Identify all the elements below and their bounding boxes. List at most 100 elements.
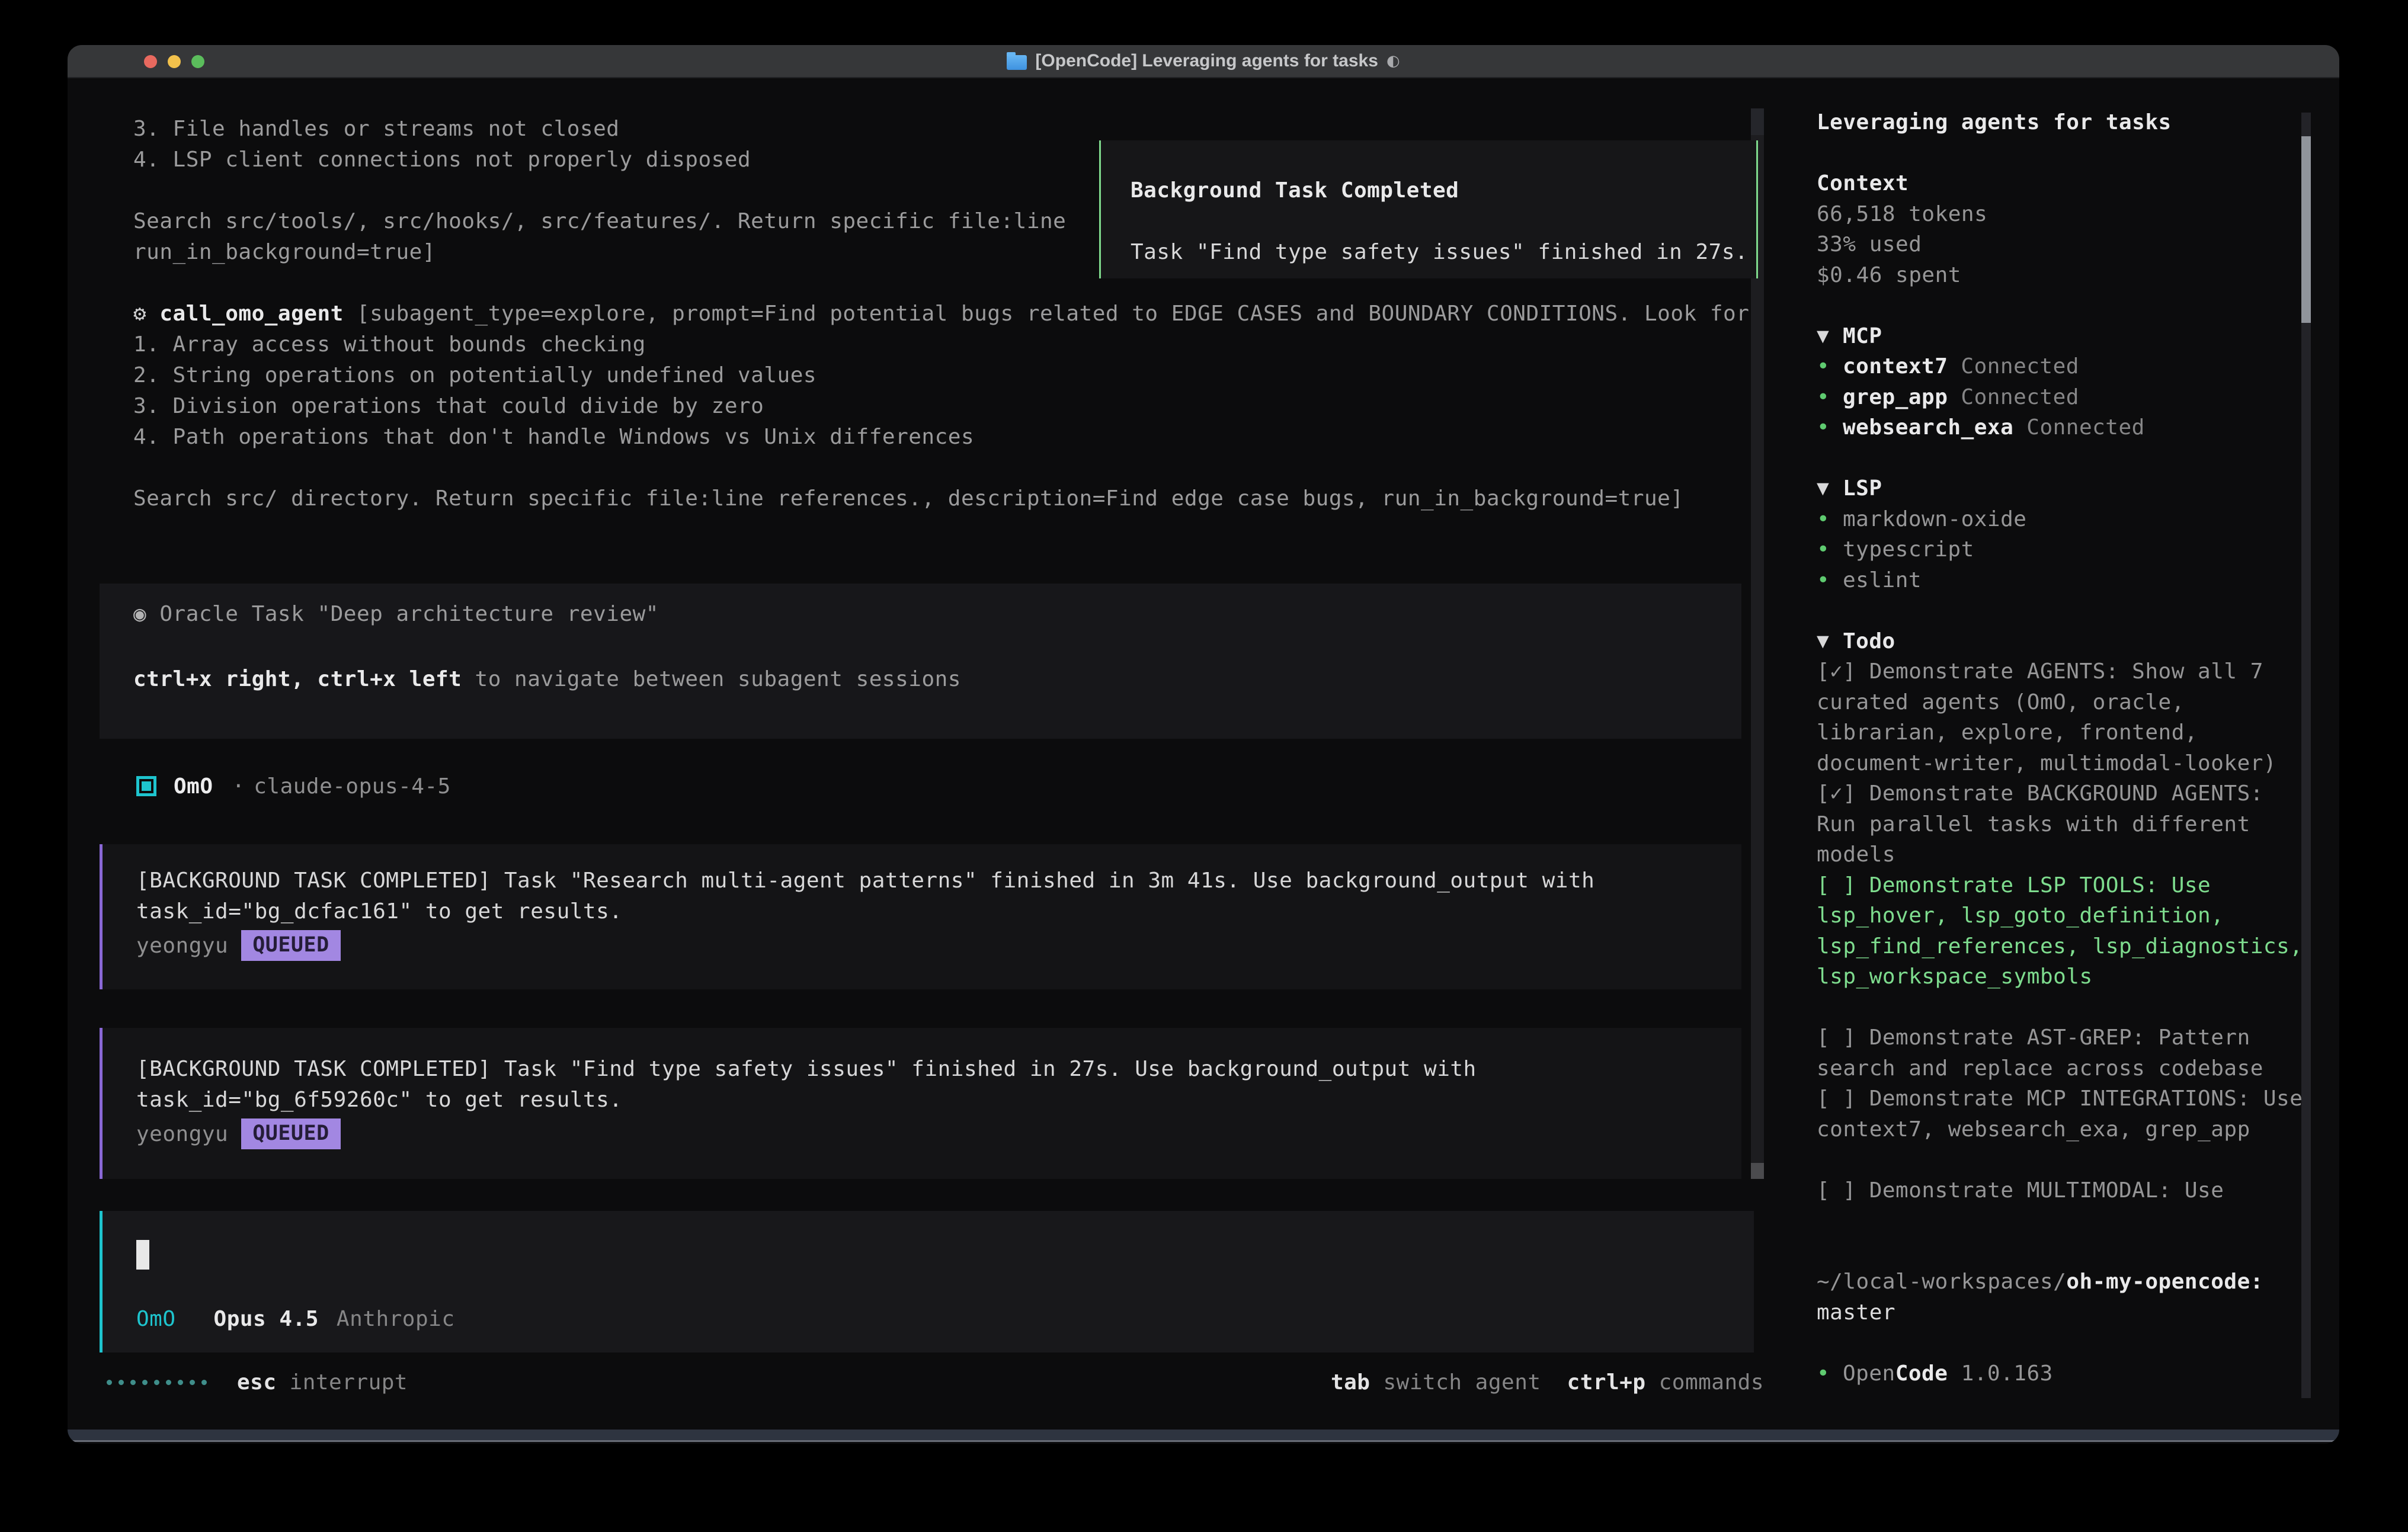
bullet-icon: •: [1817, 565, 1830, 596]
message-meta: yeongyu QUEUED: [136, 1118, 1741, 1150]
interrupt-hint: esc interrupt: [237, 1367, 408, 1398]
terminal-window: [OpenCode] Leveraging agents for tasks ◐…: [68, 45, 2339, 1444]
message-author: yeongyu: [136, 1122, 228, 1146]
progress-moon-icon: ◐: [1386, 52, 1400, 70]
zoom-button[interactable]: [191, 55, 204, 68]
message-line: task_id="bg_6f59260c" to get results.: [136, 1085, 1741, 1116]
input-agent-info: OmO Opus 4.5 Anthropic: [136, 1303, 455, 1334]
text-cursor: [136, 1240, 149, 1270]
opencode-version: •OpenCode 1.0.163: [1817, 1358, 2339, 1389]
title-bar[interactable]: [OpenCode] Leveraging agents for tasks ◐: [68, 45, 2339, 78]
lsp-section-header[interactable]: ▼LSP: [1817, 473, 2339, 504]
session-title: Leveraging agents for tasks: [1817, 107, 2305, 138]
bullet-icon: •: [1817, 504, 1830, 535]
chevron-down-icon: ▼: [1817, 626, 1830, 657]
todo-item-pending: [ ] Demonstrate MCP INTEGRATIONS: Use co…: [1817, 1084, 2305, 1145]
transcript-line: 3. File handles or streams not closed: [133, 114, 1066, 145]
window-title-group: [OpenCode] Leveraging agents for tasks ◐: [68, 51, 2339, 71]
minimize-button[interactable]: [168, 55, 181, 68]
separator-dot: ·: [232, 774, 245, 799]
transcript-line: run_in_background=true]: [133, 237, 1066, 268]
bullet-icon: •: [1817, 534, 1830, 565]
ctrl-p-key: ctrl+p: [1567, 1370, 1646, 1395]
esc-label: interrupt: [290, 1370, 408, 1395]
mcp-item: •websearch_exaConnected: [1817, 412, 2339, 443]
mcp-item: •context7Connected: [1817, 351, 2339, 382]
bullet-icon: •: [1817, 382, 1830, 413]
input-provider: Anthropic: [337, 1307, 455, 1331]
main-scrollbar-thumb-top[interactable]: [1751, 108, 1764, 135]
agent-name: OmO: [174, 774, 213, 799]
todo-item-done: [✓] Demonstrate AGENTS: Show all 7 curat…: [1817, 656, 2305, 778]
traffic-lights: [144, 45, 204, 78]
todo-item-active: [ ] Demonstrate LSP TOOLS: Use lsp_hover…: [1817, 870, 2305, 992]
status-bar: esc interrupt tab switch agent ctrl+p co…: [68, 1367, 1801, 1398]
transcript-line: 4. LSP client connections not properly d…: [133, 145, 1066, 175]
spinner-dots: [107, 1367, 207, 1398]
message-line: [BACKGROUND TASK COMPLETED] Task "Find t…: [136, 1054, 1741, 1085]
background-task-message: [BACKGROUND TASK COMPLETED] Task "Find t…: [100, 1028, 1741, 1179]
message-line: task_id="bg_dcfac161" to get results.: [136, 896, 1741, 927]
main-scrollbar-thumb[interactable]: [1751, 1163, 1764, 1179]
lsp-item: •markdown-oxide: [1817, 504, 2339, 535]
message-line: [BACKGROUND TASK COMPLETED] Task "Resear…: [136, 866, 1741, 896]
close-button[interactable]: [144, 55, 157, 68]
notification-message: Task "Find type safety issues" finished …: [1131, 237, 1756, 268]
window-bottom-strip: [68, 1430, 2339, 1442]
ctrl-p-label: commands: [1659, 1370, 1764, 1395]
transcript-line: [133, 175, 1066, 206]
oracle-task-title: ◉ Oracle Task "Deep architecture review": [133, 599, 659, 630]
bullet-icon: •: [1817, 412, 1830, 443]
esc-key: esc: [237, 1370, 277, 1395]
bullet-icon: •: [1817, 1358, 1830, 1389]
input-agent-name: OmO: [136, 1307, 176, 1331]
hint-keys: ctrl+x right, ctrl+x left: [133, 667, 462, 691]
mcp-section-header[interactable]: ▼MCP: [1817, 321, 2339, 352]
todo-item-done: [✓] Demonstrate BACKGROUND AGENTS: Run p…: [1817, 778, 2305, 870]
input-model: Opus 4.5: [214, 1307, 319, 1331]
hint-text: to navigate between subagent sessions: [462, 667, 961, 691]
tool-call-line: 2. String operations on potentially unde…: [133, 360, 1749, 391]
oracle-task-panel: ◉ Oracle Task "Deep architecture review"…: [100, 584, 1741, 739]
transcript-top-text: 3. File handles or streams not closed 4.…: [133, 114, 1066, 268]
tool-call-line: 1. Array access without bounds checking: [133, 329, 1749, 360]
tool-name: call_omo_agent: [159, 302, 343, 326]
background-task-message: [BACKGROUND TASK COMPLETED] Task "Resear…: [100, 844, 1741, 989]
message-meta: yeongyu QUEUED: [136, 930, 1741, 961]
status-badge: QUEUED: [241, 930, 340, 961]
chat-transcript[interactable]: 3. File handles or streams not closed 4.…: [68, 78, 1801, 1430]
tool-args: [subagent_type=explore, prompt=Find pote…: [344, 302, 1750, 326]
window-title: [OpenCode] Leveraging agents for tasks: [1035, 51, 1378, 71]
prompt-input[interactable]: OmO Opus 4.5 Anthropic: [100, 1211, 1754, 1352]
context-heading: Context: [1817, 168, 2305, 199]
sidebar-scrollbar-thumb[interactable]: [2301, 136, 2311, 323]
status-badge: QUEUED: [241, 1118, 340, 1149]
tool-call-line: [133, 453, 1749, 483]
lsp-item: •eslint: [1817, 565, 2339, 596]
todo-item-pending: [ ] Demonstrate AST-GREP: Pattern search…: [1817, 1023, 2305, 1084]
tool-call-line: 4. Path operations that don't handle Win…: [133, 422, 1749, 453]
tab-label: switch agent: [1383, 1370, 1541, 1395]
tool-call-block: ⚙ call_omo_agent [subagent_type=explore,…: [133, 299, 1749, 514]
bullet-icon: •: [1817, 351, 1830, 382]
tab-key: tab: [1331, 1370, 1370, 1395]
gear-icon: ⚙: [133, 302, 159, 326]
agent-model: claude-opus-4-5: [254, 774, 451, 799]
oracle-navigation-hint: ctrl+x right, ctrl+x left to navigate be…: [133, 664, 961, 695]
context-spent: $0.46 spent: [1817, 260, 2305, 291]
agent-session-header[interactable]: OmO · claude-opus-4-5: [136, 771, 451, 802]
terminal-body: 3. File handles or streams not closed 4.…: [68, 78, 2339, 1430]
fisheye-icon: ◉: [133, 602, 159, 626]
folder-icon: [1007, 55, 1027, 70]
workspace-path: ~/local-workspaces/oh-my-opencode: maste…: [1817, 1267, 2305, 1328]
tool-call-closing: Search src/ directory. Return specific f…: [133, 483, 1749, 514]
keyboard-hints: tab switch agent ctrl+p commands: [1331, 1367, 1764, 1398]
mcp-item: •grep_appConnected: [1817, 382, 2339, 413]
context-tokens: 66,518 tokens: [1817, 199, 2305, 230]
chevron-down-icon: ▼: [1817, 321, 1830, 352]
notification-toast[interactable]: Background Task Completed Task "Find typ…: [1099, 140, 1758, 278]
notification-title: Background Task Completed: [1131, 175, 1756, 206]
todo-section-header[interactable]: ▼Todo: [1817, 626, 2339, 657]
session-sidebar: Leveraging agents for tasks Context 66,5…: [1801, 78, 2339, 1430]
tool-call-line: 3. Division operations that could divide…: [133, 391, 1749, 422]
